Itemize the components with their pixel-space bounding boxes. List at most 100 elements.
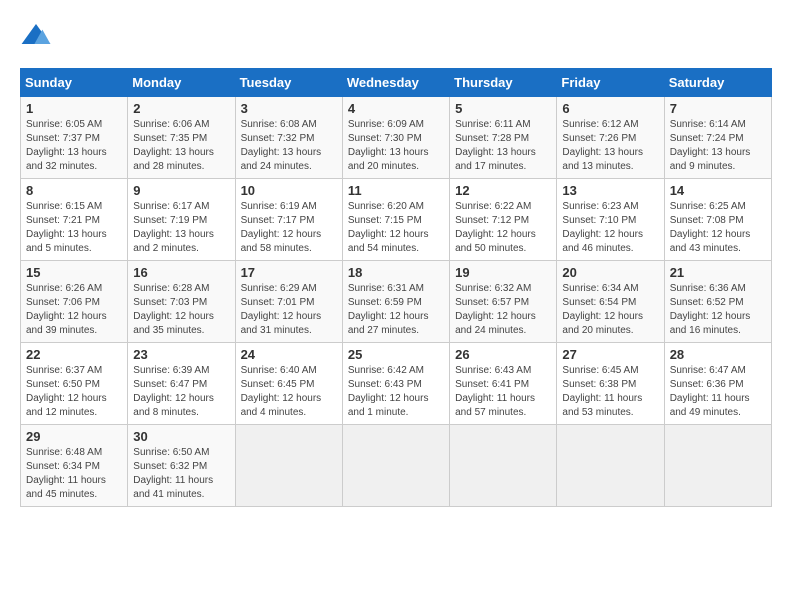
col-header-saturday: Saturday bbox=[664, 69, 771, 97]
logo-icon bbox=[20, 20, 52, 52]
day-detail: Sunrise: 6:25 AM Sunset: 7:08 PM Dayligh… bbox=[670, 200, 766, 256]
calendar-cell: 7 Sunrise: 6:14 AM Sunset: 7:24 PM Daylig… bbox=[664, 97, 771, 179]
calendar-cell: 12 Sunrise: 6:22 AM Sunset: 7:12 PM Dayli… bbox=[450, 179, 557, 261]
day-detail: Sunrise: 6:15 AM Sunset: 7:21 PM Dayligh… bbox=[26, 200, 122, 256]
day-detail: Sunrise: 6:28 AM Sunset: 7:03 PM Dayligh… bbox=[133, 282, 229, 338]
day-number: 30 bbox=[133, 429, 229, 444]
day-detail: Sunrise: 6:34 AM Sunset: 6:54 PM Dayligh… bbox=[562, 282, 658, 338]
calendar-week-row: 8 Sunrise: 6:15 AM Sunset: 7:21 PM Daylig… bbox=[21, 179, 772, 261]
day-number: 28 bbox=[670, 347, 766, 362]
col-header-sunday: Sunday bbox=[21, 69, 128, 97]
calendar-header-row: SundayMondayTuesdayWednesdayThursdayFrid… bbox=[21, 69, 772, 97]
day-detail: Sunrise: 6:05 AM Sunset: 7:37 PM Dayligh… bbox=[26, 118, 122, 174]
calendar-cell: 27 Sunrise: 6:45 AM Sunset: 6:38 PM Dayli… bbox=[557, 343, 664, 425]
day-number: 17 bbox=[241, 265, 337, 280]
day-number: 19 bbox=[455, 265, 551, 280]
col-header-tuesday: Tuesday bbox=[235, 69, 342, 97]
calendar-cell: 30 Sunrise: 6:50 AM Sunset: 6:32 PM Dayli… bbox=[128, 425, 235, 507]
calendar-cell bbox=[557, 425, 664, 507]
calendar-cell: 3 Sunrise: 6:08 AM Sunset: 7:32 PM Daylig… bbox=[235, 97, 342, 179]
calendar-cell bbox=[235, 425, 342, 507]
day-number: 16 bbox=[133, 265, 229, 280]
col-header-thursday: Thursday bbox=[450, 69, 557, 97]
calendar-cell: 18Sunrise: 6:31 AM Sunset: 6:59 PM Dayli… bbox=[342, 261, 449, 343]
day-number: 24 bbox=[241, 347, 337, 362]
day-number: 13 bbox=[562, 183, 658, 198]
calendar-cell: 23 Sunrise: 6:39 AM Sunset: 6:47 PM Dayli… bbox=[128, 343, 235, 425]
day-number: 1 bbox=[26, 101, 122, 116]
day-number: 12 bbox=[455, 183, 551, 198]
day-number: 26 bbox=[455, 347, 551, 362]
day-detail: Sunrise: 6:42 AM Sunset: 6:43 PM Dayligh… bbox=[348, 364, 444, 420]
calendar-cell: 1 Sunrise: 6:05 AM Sunset: 7:37 PM Daylig… bbox=[21, 97, 128, 179]
col-header-friday: Friday bbox=[557, 69, 664, 97]
day-detail: Sunrise: 6:22 AM Sunset: 7:12 PM Dayligh… bbox=[455, 200, 551, 256]
day-number: 23 bbox=[133, 347, 229, 362]
day-detail: Sunrise: 6:17 AM Sunset: 7:19 PM Dayligh… bbox=[133, 200, 229, 256]
calendar-cell bbox=[664, 425, 771, 507]
day-detail: Sunrise: 6:11 AM Sunset: 7:28 PM Dayligh… bbox=[455, 118, 551, 174]
calendar-cell: 26 Sunrise: 6:43 AM Sunset: 6:41 PM Dayli… bbox=[450, 343, 557, 425]
day-detail: Sunrise: 6:12 AM Sunset: 7:26 PM Dayligh… bbox=[562, 118, 658, 174]
calendar-cell: 24 Sunrise: 6:40 AM Sunset: 6:45 PM Dayli… bbox=[235, 343, 342, 425]
day-detail: Sunrise: 6:39 AM Sunset: 6:47 PM Dayligh… bbox=[133, 364, 229, 420]
day-detail: Sunrise: 6:26 AM Sunset: 7:06 PM Dayligh… bbox=[26, 282, 122, 338]
day-number: 20 bbox=[562, 265, 658, 280]
day-number: 14 bbox=[670, 183, 766, 198]
logo bbox=[20, 20, 56, 52]
day-detail: Sunrise: 6:43 AM Sunset: 6:41 PM Dayligh… bbox=[455, 364, 551, 420]
calendar-week-row: 15 Sunrise: 6:26 AM Sunset: 7:06 PM Dayli… bbox=[21, 261, 772, 343]
calendar-cell: 16 Sunrise: 6:28 AM Sunset: 7:03 PM Dayli… bbox=[128, 261, 235, 343]
day-number: 3 bbox=[241, 101, 337, 116]
calendar-cell: 15 Sunrise: 6:26 AM Sunset: 7:06 PM Dayli… bbox=[21, 261, 128, 343]
calendar-cell: 11 Sunrise: 6:20 AM Sunset: 7:15 PM Dayli… bbox=[342, 179, 449, 261]
day-detail: Sunrise: 6:29 AM Sunset: 7:01 PM Dayligh… bbox=[241, 282, 337, 338]
day-number: 6 bbox=[562, 101, 658, 116]
day-detail: Sunrise: 6:23 AM Sunset: 7:10 PM Dayligh… bbox=[562, 200, 658, 256]
calendar-cell: 10 Sunrise: 6:19 AM Sunset: 7:17 PM Dayli… bbox=[235, 179, 342, 261]
calendar-cell: 9Sunrise: 6:17 AM Sunset: 7:19 PM Daylig… bbox=[128, 179, 235, 261]
calendar-cell bbox=[342, 425, 449, 507]
day-number: 15 bbox=[26, 265, 122, 280]
calendar-cell: 19 Sunrise: 6:32 AM Sunset: 6:57 PM Dayli… bbox=[450, 261, 557, 343]
calendar-cell: 6 Sunrise: 6:12 AM Sunset: 7:26 PM Daylig… bbox=[557, 97, 664, 179]
day-detail: Sunrise: 6:50 AM Sunset: 6:32 PM Dayligh… bbox=[133, 446, 229, 502]
calendar-cell: 25 Sunrise: 6:42 AM Sunset: 6:43 PM Dayli… bbox=[342, 343, 449, 425]
page-header bbox=[20, 20, 772, 52]
calendar-week-row: 29Sunrise: 6:48 AM Sunset: 6:34 PM Dayli… bbox=[21, 425, 772, 507]
day-detail: Sunrise: 6:14 AM Sunset: 7:24 PM Dayligh… bbox=[670, 118, 766, 174]
day-number: 7 bbox=[670, 101, 766, 116]
calendar-week-row: 22Sunrise: 6:37 AM Sunset: 6:50 PM Dayli… bbox=[21, 343, 772, 425]
day-detail: Sunrise: 6:08 AM Sunset: 7:32 PM Dayligh… bbox=[241, 118, 337, 174]
day-detail: Sunrise: 6:48 AM Sunset: 6:34 PM Dayligh… bbox=[26, 446, 122, 502]
calendar-cell bbox=[450, 425, 557, 507]
day-detail: Sunrise: 6:32 AM Sunset: 6:57 PM Dayligh… bbox=[455, 282, 551, 338]
col-header-monday: Monday bbox=[128, 69, 235, 97]
day-detail: Sunrise: 6:45 AM Sunset: 6:38 PM Dayligh… bbox=[562, 364, 658, 420]
day-detail: Sunrise: 6:06 AM Sunset: 7:35 PM Dayligh… bbox=[133, 118, 229, 174]
day-detail: Sunrise: 6:09 AM Sunset: 7:30 PM Dayligh… bbox=[348, 118, 444, 174]
calendar-cell: 13 Sunrise: 6:23 AM Sunset: 7:10 PM Dayli… bbox=[557, 179, 664, 261]
calendar-week-row: 1 Sunrise: 6:05 AM Sunset: 7:37 PM Daylig… bbox=[21, 97, 772, 179]
calendar-cell: 14 Sunrise: 6:25 AM Sunset: 7:08 PM Dayli… bbox=[664, 179, 771, 261]
calendar-cell: 8 Sunrise: 6:15 AM Sunset: 7:21 PM Daylig… bbox=[21, 179, 128, 261]
day-number: 11 bbox=[348, 183, 444, 198]
day-detail: Sunrise: 6:37 AM Sunset: 6:50 PM Dayligh… bbox=[26, 364, 122, 420]
calendar-cell: 22Sunrise: 6:37 AM Sunset: 6:50 PM Dayli… bbox=[21, 343, 128, 425]
calendar-cell: 28 Sunrise: 6:47 AM Sunset: 6:36 PM Dayli… bbox=[664, 343, 771, 425]
day-detail: Sunrise: 6:47 AM Sunset: 6:36 PM Dayligh… bbox=[670, 364, 766, 420]
day-number: 2 bbox=[133, 101, 229, 116]
day-number: 25 bbox=[348, 347, 444, 362]
day-number: 21 bbox=[670, 265, 766, 280]
calendar-cell: 20 Sunrise: 6:34 AM Sunset: 6:54 PM Dayli… bbox=[557, 261, 664, 343]
day-detail: Sunrise: 6:40 AM Sunset: 6:45 PM Dayligh… bbox=[241, 364, 337, 420]
day-detail: Sunrise: 6:20 AM Sunset: 7:15 PM Dayligh… bbox=[348, 200, 444, 256]
calendar-cell: 4Sunrise: 6:09 AM Sunset: 7:30 PM Daylig… bbox=[342, 97, 449, 179]
day-number: 8 bbox=[26, 183, 122, 198]
day-number: 27 bbox=[562, 347, 658, 362]
day-number: 10 bbox=[241, 183, 337, 198]
calendar-cell: 5 Sunrise: 6:11 AM Sunset: 7:28 PM Daylig… bbox=[450, 97, 557, 179]
calendar-cell: 29Sunrise: 6:48 AM Sunset: 6:34 PM Dayli… bbox=[21, 425, 128, 507]
day-detail: Sunrise: 6:19 AM Sunset: 7:17 PM Dayligh… bbox=[241, 200, 337, 256]
day-number: 5 bbox=[455, 101, 551, 116]
